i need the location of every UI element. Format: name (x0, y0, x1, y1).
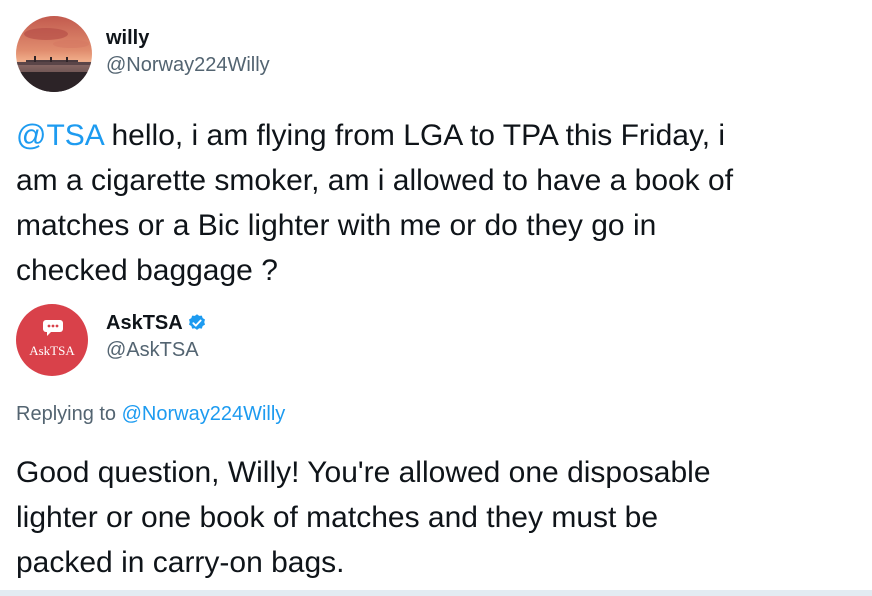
avatar[interactable] (16, 16, 92, 92)
replying-to-handle-link[interactable]: @Norway224Willy (122, 403, 286, 425)
reply-author-handle[interactable]: @AskTSA (106, 336, 207, 364)
tweet-body: @TSA hello, i am flying from LGA to TPA … (16, 113, 866, 293)
reply-body: Good question, Willy! You're allowed one… (16, 450, 866, 585)
avatar-logo-text: AskTSA (29, 343, 75, 358)
tweet-line-1-text: hello, i am flying from LGA to TPA this … (103, 119, 726, 152)
tweet-line-3: matches or a Bic lighter with me or do t… (16, 209, 657, 242)
tweet-line-2: am a cigarette smoker, am i allowed to h… (16, 164, 734, 197)
name-row: AskTSA (106, 310, 207, 336)
reply-line-3: packed in carry-on bags. (16, 546, 345, 579)
reply-author-display-name[interactable]: AskTSA (106, 310, 183, 336)
replying-to-label: Replying to (16, 403, 122, 425)
reply-line-1: Good question, Willy! You're allowed one… (16, 456, 711, 489)
replying-to: Replying to @Norway224Willy (16, 400, 285, 428)
author-display-name[interactable]: willy (106, 25, 270, 51)
verified-badge-icon (187, 313, 207, 333)
tweet-screenshot: willy @Norway224Willy @TSA hello, i am f… (0, 0, 872, 596)
author-names: willy @Norway224Willy (106, 25, 270, 79)
tweet-line-4: checked baggage ? (16, 254, 278, 287)
bottom-divider (0, 590, 872, 596)
tweet-header: willy @Norway224Willy (16, 14, 270, 94)
reply-author-names: AskTSA @AskTSA (106, 310, 207, 364)
chat-bubble-icon (43, 320, 63, 336)
avatar[interactable]: AskTSA (16, 304, 88, 376)
reply-line-2: lighter or one book of matches and they … (16, 501, 659, 534)
sunset-pier-photo-icon (16, 16, 92, 92)
tweet-line-1: @TSA hello, i am flying from LGA to TPA … (16, 113, 866, 158)
reply-header: AskTSA AskTSA @AskTSA (16, 302, 207, 378)
author-handle[interactable]: @Norway224Willy (106, 51, 270, 79)
mention-link[interactable]: @TSA (16, 119, 103, 152)
